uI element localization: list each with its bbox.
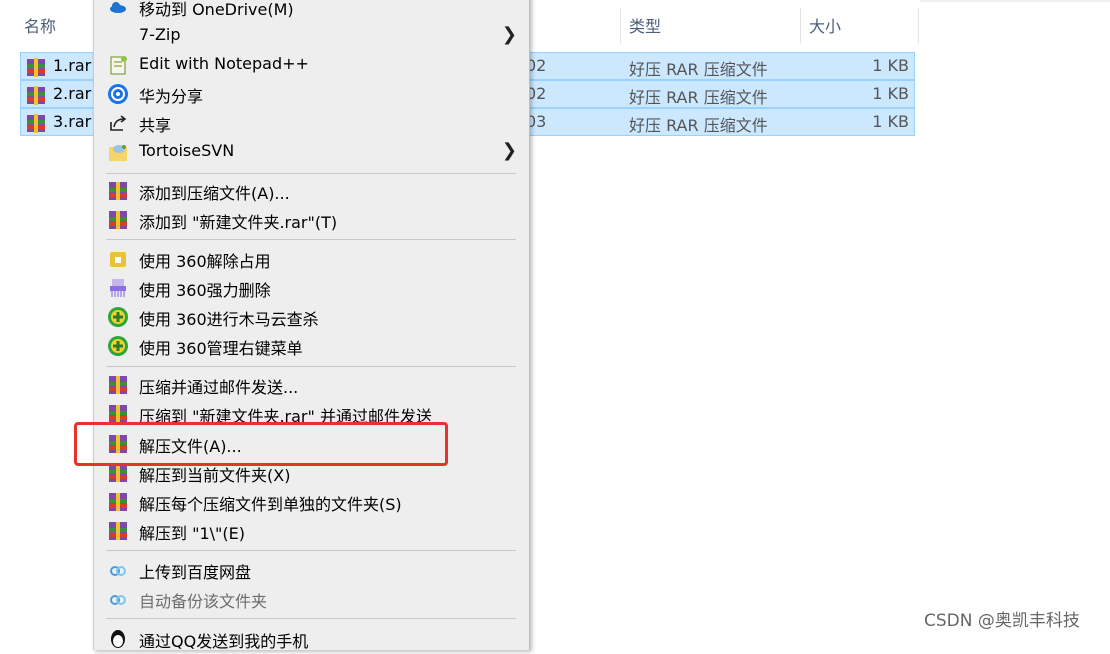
tortoisesvn-icon: [107, 141, 129, 163]
context-menu: 移动到 OneDrive(M) 7-Zip ❯ Edit with Notepa…: [93, 0, 530, 653]
window-top-edge: [920, 0, 1110, 2]
column-divider[interactable]: [918, 8, 919, 44]
file-size: 1 KB: [872, 84, 909, 103]
menu-separator: [106, 173, 516, 174]
file-type: 好压 RAR 压缩文件: [629, 116, 768, 135]
menu-item-label: 共享: [139, 116, 172, 135]
menu-item-huawei-share[interactable]: 华为分享: [94, 79, 529, 108]
column-divider[interactable]: [800, 8, 801, 44]
menu-separator: [106, 618, 516, 619]
chevron-right-icon: ❯: [501, 140, 517, 161]
chevron-right-icon: ❯: [501, 24, 517, 45]
menu-item-compress-and-email[interactable]: 压缩并通过邮件发送...: [94, 370, 529, 399]
360-unlock-icon: [107, 248, 129, 270]
haozip-archive-icon: [107, 180, 129, 202]
file-size: 1 KB: [872, 112, 909, 131]
menu-item-7zip[interactable]: 7-Zip ❯: [94, 21, 529, 50]
onedrive-cloud-icon: [107, 0, 129, 18]
menu-item-add-to-named-archive[interactable]: 添加到 "新建文件夹.rar"(T): [94, 205, 529, 234]
menu-separator: [106, 239, 516, 240]
menu-item-label: 压缩并通过邮件发送...: [139, 378, 299, 397]
menu-item-label: TortoiseSVN: [139, 141, 235, 160]
rar-archive-icon: [25, 112, 47, 138]
360-plus-icon: [107, 335, 129, 357]
menu-item-label: 自动备份该文件夹: [139, 592, 268, 611]
menu-item-label: 华为分享: [139, 87, 204, 106]
column-divider[interactable]: [620, 8, 621, 44]
menu-item-label: 添加到压缩文件(A)...: [139, 184, 290, 203]
file-name: 3.rar: [53, 112, 92, 131]
notepad-plus-plus-icon: [107, 54, 129, 76]
menu-item-extract-to-folder-1[interactable]: 解压到 "1\"(E): [94, 516, 529, 545]
watermark: CSDN @奥凯丰科技: [924, 611, 1080, 631]
menu-separator: [106, 366, 516, 367]
menu-item-360-force-delete[interactable]: 使用 360强力删除: [94, 273, 529, 302]
column-header-type[interactable]: 类型: [629, 10, 661, 44]
haozip-archive-icon: [107, 374, 129, 396]
highlight-box: [74, 422, 448, 466]
baidu-netdisk-icon: [107, 559, 129, 581]
menu-item-tortoisesvn[interactable]: TortoiseSVN ❯: [94, 137, 529, 166]
menu-item-label: 移动到 OneDrive(M): [139, 0, 294, 19]
file-size: 1 KB: [872, 56, 909, 75]
column-header-name[interactable]: 名称: [24, 10, 56, 44]
menu-item-extract-each-to-folder[interactable]: 解压每个压缩文件到单独的文件夹(S): [94, 487, 529, 516]
share-icon: [107, 112, 129, 134]
file-type: 好压 RAR 压缩文件: [629, 60, 768, 79]
menu-item-label: 使用 360进行木马云查杀: [139, 310, 319, 329]
menu-item-upload-baidu-netdisk[interactable]: 上传到百度网盘: [94, 555, 529, 584]
menu-item-auto-backup-folder[interactable]: 自动备份该文件夹: [94, 584, 529, 613]
column-header-size[interactable]: 大小: [809, 10, 841, 44]
menu-item-label: 通过QQ发送到我的手机: [139, 632, 309, 651]
menu-item-label: 解压每个压缩文件到单独的文件夹(S): [139, 495, 402, 514]
menu-item-edit-with-notepad-plus-plus[interactable]: Edit with Notepad++: [94, 50, 529, 79]
qq-penguin-icon: [107, 628, 129, 650]
menu-item-360-trojan-scan[interactable]: 使用 360进行木马云查杀: [94, 302, 529, 331]
menu-item-add-to-archive[interactable]: 添加到压缩文件(A)...: [94, 176, 529, 205]
baidu-netdisk-icon: [107, 588, 129, 610]
menu-item-label: 上传到百度网盘: [139, 563, 252, 582]
rar-archive-icon: [25, 56, 47, 82]
menu-separator: [106, 550, 516, 551]
menu-item-label: 解压到 "1\"(E): [139, 524, 245, 543]
file-name: 2.rar: [53, 84, 92, 103]
menu-item-label: 使用 360管理右键菜单: [139, 339, 303, 358]
haozip-archive-icon: [107, 491, 129, 513]
file-name: 1.rar: [53, 56, 92, 75]
menu-item-move-to-onedrive[interactable]: 移动到 OneDrive(M): [94, 0, 529, 21]
360-plus-icon: [107, 306, 129, 328]
file-type: 好压 RAR 压缩文件: [629, 88, 768, 107]
menu-item-label: 添加到 "新建文件夹.rar"(T): [139, 213, 338, 232]
haozip-archive-icon: [107, 520, 129, 542]
menu-item-360-manage-menu[interactable]: 使用 360管理右键菜单: [94, 331, 529, 360]
menu-item-share[interactable]: 共享: [94, 108, 529, 137]
haozip-archive-icon: [107, 209, 129, 231]
rar-archive-icon: [25, 84, 47, 110]
huawei-share-icon: [107, 83, 129, 105]
menu-item-label: 使用 360强力删除: [139, 281, 271, 300]
menu-item-360-unlock[interactable]: 使用 360解除占用: [94, 244, 529, 273]
menu-item-label: Edit with Notepad++: [139, 54, 309, 73]
menu-item-label: 使用 360解除占用: [139, 252, 271, 271]
menu-item-label: 7-Zip: [139, 25, 181, 44]
360-shredder-icon: [107, 277, 129, 299]
menu-item-send-via-qq[interactable]: 通过QQ发送到我的手机: [94, 624, 529, 653]
